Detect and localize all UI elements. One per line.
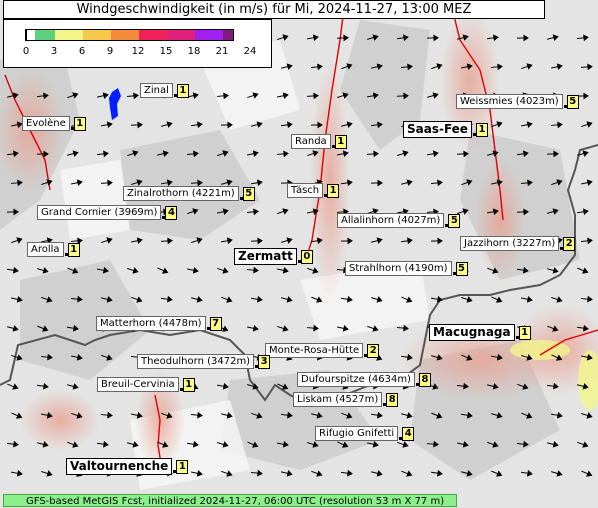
legend-tick-label: 24	[243, 46, 257, 57]
place-label: Theodulhorn (3472m)	[137, 354, 255, 369]
legend-ticks: 0 3 6 9 12 15 18 21 24	[18, 46, 268, 60]
place-marker	[297, 260, 301, 263]
wind-speed-value: 1	[176, 84, 189, 98]
wind-speed-value: 1	[73, 117, 86, 131]
place-label: Monte-Rosa-Hütte	[265, 343, 364, 358]
place-label: Saas-Fee	[403, 121, 472, 138]
place-marker	[399, 437, 403, 440]
legend-swatch	[26, 30, 35, 40]
place-label: Allalinhorn (4027m)	[337, 213, 445, 228]
legend-swatch	[111, 30, 139, 40]
wind-speed-value: 4	[402, 427, 415, 441]
wind-speed-value: 1	[334, 135, 347, 149]
place-marker	[324, 194, 328, 197]
place-marker	[255, 365, 259, 368]
place-marker	[173, 470, 177, 473]
wind-speed-value: 1	[67, 243, 80, 257]
wind-speed-value: 1	[176, 460, 189, 474]
legend-tick-label: 18	[187, 46, 201, 57]
place-label: Matterhorn (4478m)	[96, 316, 206, 331]
place-label: Randa	[291, 134, 331, 149]
place-marker	[331, 145, 335, 148]
legend-tick-label: 12	[131, 46, 145, 57]
legend-tick-label: 9	[106, 46, 114, 57]
place-label: Evolène	[22, 116, 70, 131]
place-marker	[452, 272, 456, 275]
place-marker	[173, 94, 177, 97]
legend-tick-label: 6	[78, 46, 86, 57]
place-marker	[515, 336, 519, 339]
legend-swatch	[223, 30, 233, 40]
place-marker	[70, 127, 74, 130]
legend: 0 3 6 9 12 15 18 21 24	[3, 19, 272, 68]
place-label: Valtournenche	[66, 458, 173, 475]
wind-speed-value: 8	[418, 373, 431, 387]
place-marker	[364, 354, 368, 357]
wind-speed-value: 8	[386, 393, 399, 407]
wind-speed-value: 3	[258, 355, 271, 369]
legend-swatch	[35, 30, 55, 40]
legend-tick-label: 3	[50, 46, 58, 57]
place-label: Dufourspitze (4634m)	[297, 372, 415, 387]
place-marker	[563, 105, 567, 108]
place-marker	[445, 224, 449, 227]
wind-speed-value: 1	[182, 378, 195, 392]
place-label: Jazzihorn (3227m)	[460, 236, 560, 251]
place-label: Weissmies (4023m)	[456, 94, 563, 109]
place-label: Rifugio Gnifetti	[315, 426, 399, 441]
wind-speed-value: 1	[475, 123, 488, 137]
legend-swatch	[83, 30, 111, 40]
wind-speed-value: 1	[327, 184, 340, 198]
wind-speed-value: 5	[566, 95, 579, 109]
place-marker	[560, 247, 564, 250]
wind-speed-value: 5	[455, 262, 468, 276]
place-label: Täsch	[287, 183, 324, 198]
place-marker	[383, 403, 387, 406]
place-marker	[179, 388, 183, 391]
wind-speed-value: 2	[563, 237, 576, 251]
place-label: Grand Cornier (3969m)	[37, 205, 162, 220]
place-label: Breuil-Cervinia	[97, 377, 179, 392]
footer-note: GFS-based MetGIS Fcst, initialized 2024-…	[3, 494, 457, 507]
place-marker	[64, 253, 68, 256]
place-marker	[472, 133, 476, 136]
place-label: Zinalrothorn (4221m)	[123, 186, 239, 201]
place-label: Arolla	[27, 242, 64, 257]
place-label: Zermatt	[234, 248, 297, 265]
place-label: Strahlhorn (4190m)	[345, 261, 452, 276]
wind-speed-value: 2	[367, 344, 380, 358]
place-label: Zinal	[140, 83, 173, 98]
legend-swatch	[195, 30, 223, 40]
legend-tick-label: 15	[159, 46, 173, 57]
wind-speed-value: 7	[209, 317, 222, 331]
place-label: Liskam (4527m)	[293, 392, 383, 407]
place-marker	[162, 216, 166, 219]
map-title: Windgeschwindigkeit (in m/s) für Mi, 202…	[3, 0, 545, 19]
wind-speed-value: 0	[300, 250, 313, 264]
place-marker	[206, 327, 210, 330]
place-marker	[415, 383, 419, 386]
wind-speed-value: 5	[242, 187, 255, 201]
legend-swatch	[167, 30, 195, 40]
terrain-map	[0, 0, 598, 508]
legend-color-scale	[25, 29, 234, 41]
wind-speed-value: 4	[165, 206, 178, 220]
place-label: Macugnaga	[429, 324, 515, 341]
legend-tick-label: 21	[215, 46, 229, 57]
legend-swatch	[139, 30, 167, 40]
place-marker	[239, 197, 243, 200]
legend-tick-label: 0	[22, 46, 30, 57]
wind-speed-value: 5	[448, 214, 461, 228]
wind-speed-value: 1	[518, 326, 531, 340]
legend-swatch	[55, 30, 83, 40]
